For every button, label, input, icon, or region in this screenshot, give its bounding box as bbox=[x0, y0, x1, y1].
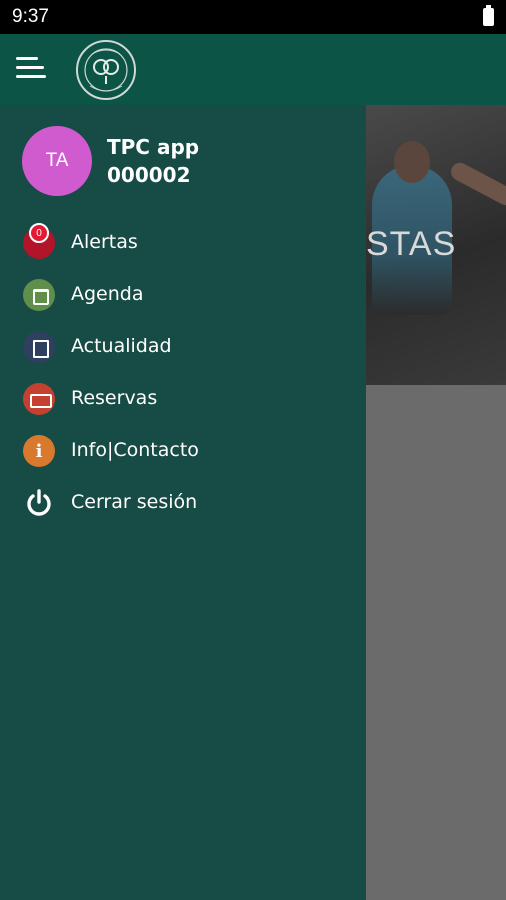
avatar-initials: TA bbox=[45, 150, 69, 171]
calendar-icon bbox=[23, 279, 55, 311]
user-name: TPC app bbox=[107, 135, 200, 159]
power-icon bbox=[27, 489, 51, 516]
menu-item-label: Reservas bbox=[71, 387, 158, 409]
menu-item-label: Actualidad bbox=[71, 335, 172, 357]
menu-item-agenda[interactable]: Agenda bbox=[0, 270, 366, 320]
menu-item-reservas[interactable]: Reservas bbox=[0, 374, 366, 424]
hero-banner[interactable]: STAS bbox=[366, 105, 506, 385]
hero-player-head bbox=[394, 141, 430, 183]
battery-icon bbox=[483, 5, 494, 26]
menu-item-label: Agenda bbox=[71, 283, 144, 305]
background-content: STAS bbox=[366, 105, 506, 900]
menu-item-actualidad[interactable]: Actualidad bbox=[0, 322, 366, 372]
menu-item-cerrar-sesion[interactable]: Cerrar sesión bbox=[0, 478, 366, 528]
menu-item-label: Alertas bbox=[71, 231, 138, 253]
navigation-drawer: TA TPC app 000002 0 Alertas Agenda Actua… bbox=[0, 105, 366, 900]
keyboard-icon bbox=[23, 383, 55, 415]
menu-item-alertas[interactable]: 0 Alertas bbox=[0, 218, 366, 268]
menu-item-label: Cerrar sesión bbox=[71, 491, 198, 513]
alert-count-badge: 0 bbox=[29, 223, 49, 243]
hero-player-arm bbox=[447, 159, 506, 209]
bell-icon: 0 bbox=[23, 223, 55, 259]
status-bar: 9:37 bbox=[0, 0, 506, 34]
status-time: 9:37 bbox=[12, 6, 49, 27]
menu-item-label: Info|Contacto bbox=[71, 439, 199, 461]
app-bar bbox=[0, 34, 506, 105]
news-icon bbox=[23, 331, 55, 363]
club-logo bbox=[76, 40, 136, 100]
menu-item-info-contacto[interactable]: i Info|Contacto bbox=[0, 426, 366, 476]
hamburger-menu-icon[interactable] bbox=[16, 57, 46, 83]
hero-text: STAS bbox=[366, 225, 457, 263]
info-icon: i bbox=[23, 435, 55, 467]
user-id: 000002 bbox=[107, 163, 191, 187]
avatar[interactable]: TA bbox=[22, 126, 92, 196]
